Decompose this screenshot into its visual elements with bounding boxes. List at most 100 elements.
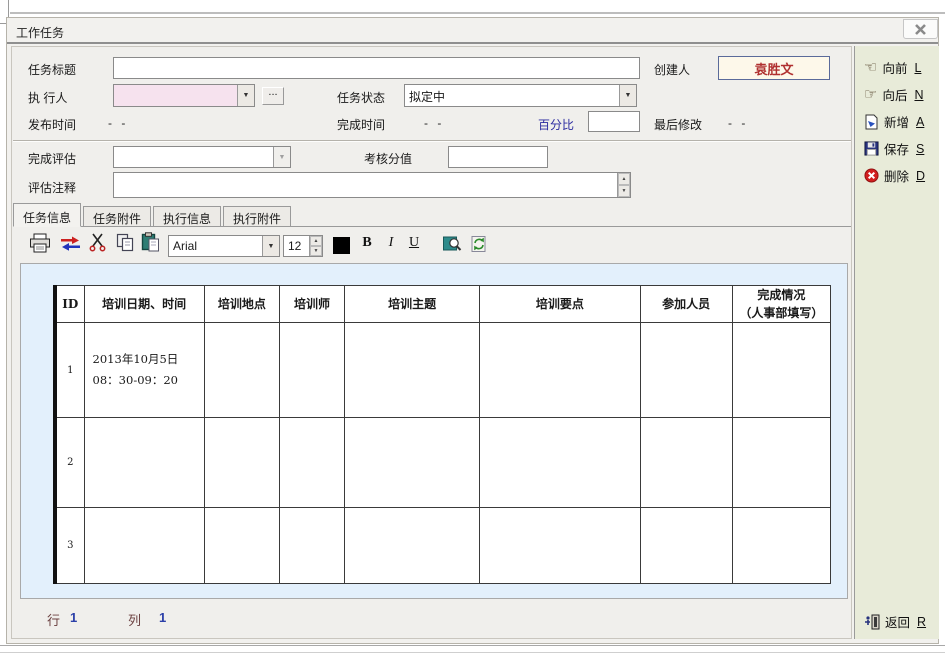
new-button[interactable]: 新增A — [855, 108, 939, 135]
task-status-combobox[interactable]: 拟定中 ▼ — [404, 84, 637, 107]
cell-points[interactable] — [480, 418, 640, 508]
scroll-up-icon[interactable]: ▲ — [618, 173, 630, 185]
paste-button[interactable] — [141, 232, 160, 252]
swap-button[interactable] — [60, 236, 81, 251]
return-button[interactable]: 返回 R — [855, 608, 939, 635]
eval-note-scroll[interactable]: ▲ ▼ — [617, 173, 630, 197]
cell-points[interactable] — [480, 323, 640, 418]
tab-task-info[interactable]: 任务信息 — [13, 203, 81, 227]
button-label: 向后 — [882, 85, 907, 104]
spin-down-icon[interactable]: ▼ — [310, 246, 322, 256]
delete-button[interactable]: 删除D — [855, 162, 939, 189]
button-hotkey: R — [917, 615, 926, 629]
table-header-row: ID 培训日期、时间 培训地点 培训师 培训主题 培训要点 参加人员 完成情况 … — [55, 286, 831, 323]
cell-trainer[interactable] — [279, 323, 344, 418]
cell-location[interactable] — [204, 508, 279, 584]
tab-strip: 任务信息 任务附件 执行信息 执行附件 — [13, 203, 851, 227]
cut-button[interactable] — [89, 233, 106, 252]
refresh-button[interactable] — [470, 235, 488, 253]
task-status-dropdown-icon[interactable]: ▼ — [619, 85, 636, 106]
score-input[interactable] — [448, 146, 548, 168]
cell-id[interactable]: 2 — [55, 418, 84, 508]
cell-participants[interactable] — [640, 508, 732, 584]
cell-completion[interactable] — [732, 323, 830, 418]
cell-trainer[interactable] — [279, 418, 344, 508]
font-size-stepper[interactable]: 12 ▲ ▼ — [283, 235, 323, 257]
executor-browse-button[interactable]: ... — [262, 87, 284, 105]
training-schedule-table: ID 培训日期、时间 培训地点 培训师 培训主题 培训要点 参加人员 完成情况 … — [53, 285, 831, 584]
table-row: 2 — [55, 418, 831, 508]
eval-note-input[interactable]: ▲ ▼ — [113, 172, 631, 198]
evaluation-value[interactable] — [114, 147, 273, 167]
titlebar-separator — [7, 42, 938, 44]
cell-datetime[interactable] — [84, 508, 204, 584]
exit-icon — [864, 614, 880, 630]
preview-button[interactable] — [443, 235, 463, 253]
work-task-screen: 工作任务 任务标题 创建人 袁胜文 执 行人 ▼ ... 任务状态 拟定中 ▼ … — [0, 0, 945, 661]
cell-id[interactable]: 3 — [55, 508, 84, 584]
font-name-value[interactable]: Arial — [169, 236, 262, 256]
font-size-value[interactable]: 12 — [284, 236, 309, 256]
executor-value[interactable] — [114, 85, 237, 106]
tab-exec-info[interactable]: 执行信息 — [153, 206, 221, 226]
cell-completion[interactable] — [732, 508, 830, 584]
cell-participants[interactable] — [640, 418, 732, 508]
cell-topic[interactable] — [345, 418, 480, 508]
task-status-label: 任务状态 — [337, 89, 385, 106]
button-label: 向前 — [882, 58, 907, 77]
eval-note-label: 评估注释 — [28, 179, 76, 196]
task-title-input[interactable] — [113, 57, 640, 79]
table-row: 1 2013年10月5日 08：30-09：20 — [55, 323, 831, 418]
italic-button[interactable]: I — [382, 235, 400, 251]
cell-points[interactable] — [480, 508, 640, 584]
cell-trainer[interactable] — [279, 508, 344, 584]
task-status-value[interactable]: 拟定中 — [405, 85, 619, 106]
close-button[interactable] — [903, 19, 938, 39]
col-header-trainer: 培训师 — [279, 286, 344, 323]
save-button[interactable]: 保存S — [855, 135, 939, 162]
cut-icon — [89, 233, 106, 252]
tab-task-attachments[interactable]: 任务附件 — [83, 206, 151, 226]
percent-input[interactable] — [588, 111, 640, 132]
button-label: 返回 — [885, 612, 910, 631]
underline-button[interactable]: U — [405, 235, 423, 251]
forward-button[interactable]: ☜ 向前L — [855, 54, 939, 81]
tab-exec-attachments[interactable]: 执行附件 — [223, 206, 291, 226]
cell-location[interactable] — [204, 323, 279, 418]
printer-icon — [29, 233, 51, 253]
cell-datetime[interactable] — [84, 418, 204, 508]
row-indicator-label: 行 — [47, 610, 60, 629]
preview-icon — [443, 235, 463, 253]
cell-datetime[interactable]: 2013年10月5日 08：30-09：20 — [84, 323, 204, 418]
publish-time-value: - - — [108, 116, 128, 130]
row-indicator-value: 1 — [70, 610, 77, 625]
bold-button[interactable]: B — [358, 235, 376, 251]
executor-combobox[interactable]: ▼ — [113, 84, 255, 107]
spin-up-icon[interactable]: ▲ — [310, 236, 322, 246]
cell-id[interactable]: 1 — [55, 323, 84, 418]
font-name-combobox[interactable]: Arial ▼ — [168, 235, 280, 257]
bottom-divider-1 — [0, 645, 945, 646]
print-button[interactable] — [29, 233, 51, 253]
new-record-icon — [864, 114, 879, 130]
evaluation-dropdown-icon: ▼ — [273, 147, 290, 167]
executor-dropdown-icon[interactable]: ▼ — [237, 85, 254, 106]
document-area[interactable]: ID 培训日期、时间 培训地点 培训师 培训主题 培训要点 参加人员 完成情况 … — [20, 263, 848, 599]
font-color-swatch[interactable] — [333, 237, 350, 254]
eval-note-value[interactable] — [114, 173, 617, 197]
scroll-down-icon[interactable]: ▼ — [618, 185, 630, 197]
evaluation-combobox[interactable]: ▼ — [113, 146, 291, 168]
copy-button[interactable] — [116, 233, 134, 252]
cell-topic[interactable] — [345, 323, 480, 418]
cell-completion[interactable] — [732, 418, 830, 508]
backward-button[interactable]: ☞ 向后N — [855, 81, 939, 108]
executor-label: 执 行人 — [28, 89, 67, 106]
font-size-spinner[interactable]: ▲ ▼ — [309, 236, 322, 256]
col-indicator-label: 列 — [128, 610, 141, 629]
cell-location[interactable] — [204, 418, 279, 508]
font-name-dropdown-icon[interactable]: ▼ — [262, 236, 279, 256]
cell-topic[interactable] — [345, 508, 480, 584]
sidebar-button-group: ☜ 向前L ☞ 向后N 新增A 保存S — [855, 54, 939, 189]
cell-participants[interactable] — [640, 323, 732, 418]
col-header-participants: 参加人员 — [640, 286, 732, 323]
